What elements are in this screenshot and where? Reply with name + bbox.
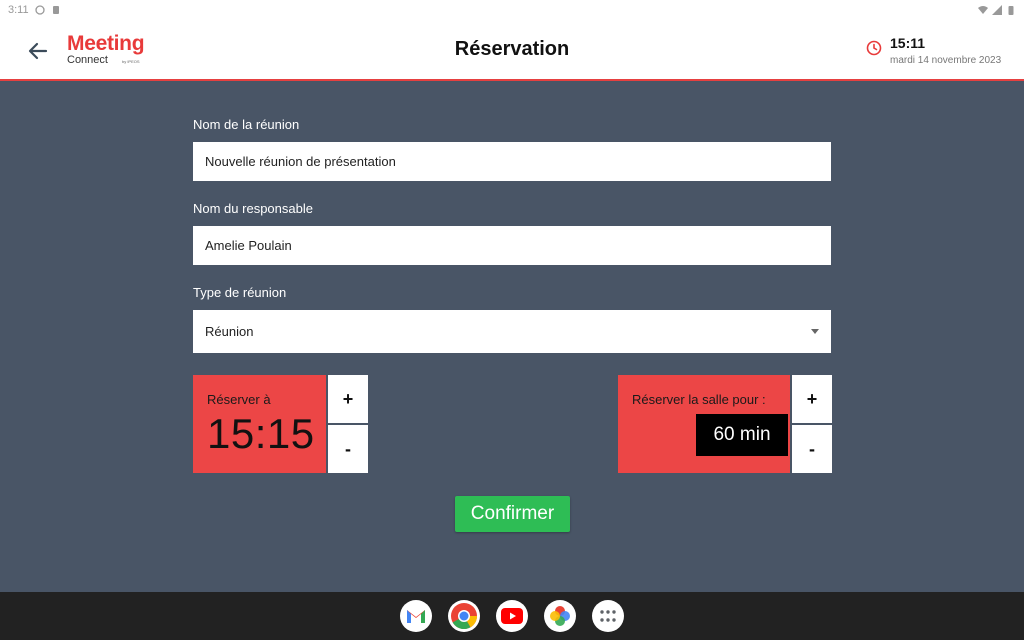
app-header: Meeting Connect by IPEOS Réservation 15:… [0,19,1024,81]
start-time-value: 15:15 [207,410,315,457]
battery-icon [1006,5,1016,15]
organizer-name-input[interactable] [193,226,831,265]
duration-label: Réserver la salle pour : [632,392,766,407]
clock-time: 15:11 [890,35,926,51]
duration-value: 60 min [696,414,788,456]
start-time-minus-button[interactable]: - [328,425,368,473]
duration-plus-button[interactable]: + [792,375,832,423]
gmail-icon[interactable] [400,600,432,632]
photos-icon[interactable] [544,600,576,632]
signal-icon [992,4,1002,15]
meeting-name-input[interactable] [193,142,831,181]
chrome-icon[interactable] [448,600,480,632]
confirm-button[interactable]: Confirmer [455,496,570,532]
meeting-name-label: Nom de la réunion [193,117,300,132]
clock-icon [866,40,882,56]
duration-minus-button[interactable]: - [792,425,832,473]
start-time-plus-button[interactable]: + [328,375,368,423]
youtube-icon[interactable] [496,600,528,632]
dropdown-caret-icon [811,329,819,334]
wifi-icon [978,5,988,15]
meeting-type-select[interactable]: Réunion [193,310,831,353]
start-time-label: Réserver à [207,392,271,407]
clock-date: mardi 14 novembre 2023 [890,55,1002,66]
organizer-name-label: Nom du responsable [193,201,313,216]
meeting-type-label: Type de réunion [193,285,287,300]
status-time: 3:11 [8,3,29,16]
status-sd-icon [51,5,61,15]
taskbar [0,592,1024,640]
system-status-bar: 3:11 [0,0,1024,19]
apps-icon[interactable] [592,600,624,632]
clock: 15:11 mardi 14 novembre 2023 [866,35,1001,66]
status-notification-icon [34,4,45,15]
meeting-type-value: Réunion [205,324,254,339]
